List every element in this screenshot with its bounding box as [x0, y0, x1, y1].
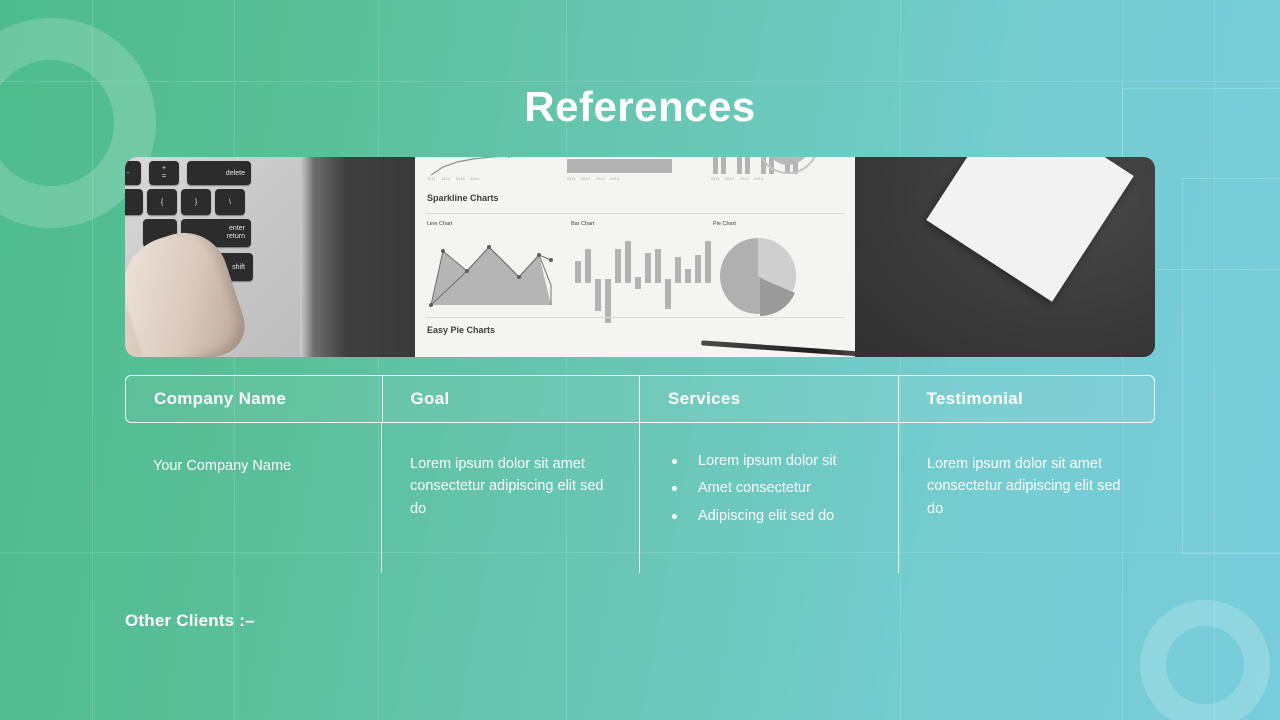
keyboard-region: - + = delete { } \ enter return shift ▶	[125, 157, 300, 357]
table-header-row: Company Name Goal Services Testimonial	[125, 375, 1155, 423]
printed-report-page: 2011 2012 2013 2014 2011 2012 2013 2014 …	[415, 157, 1000, 357]
cell-company-name: Your Company Name	[153, 458, 292, 474]
list-item: Amet consectetur	[668, 480, 872, 497]
key-backslash: \	[215, 189, 245, 215]
key-plus-equals: + =	[149, 161, 179, 185]
report-line-chart	[427, 235, 553, 314]
desk-surface	[855, 157, 1155, 357]
key-return-label: return	[226, 233, 245, 240]
key-plus-label: +	[161, 165, 167, 173]
report-heading-easy-pie-charts: Easy Pie Charts	[427, 325, 496, 335]
key-brace-left: {	[147, 189, 177, 215]
mini-area-chart	[567, 159, 672, 173]
key-delete: delete	[187, 161, 251, 185]
key-brace-right: }	[181, 189, 211, 215]
mini-chart-axis-years-2: 2011 2012 2013 2014	[567, 177, 620, 181]
slide-references: References - + = delete { } \ enter retu…	[0, 0, 1280, 720]
report-label-bar-chart: Bar Chart	[571, 221, 595, 227]
key-equals-label: =	[161, 173, 167, 180]
report-pie-chart-cropped-svg	[760, 157, 816, 174]
report-pie-chart-svg	[720, 237, 797, 317]
key-bracket-left-extra	[125, 189, 143, 215]
report-divider	[425, 213, 845, 214]
table-header-goal: Goal	[381, 376, 640, 422]
cell-testimonial: Lorem ipsum dolor sit amet consectetur a…	[898, 423, 1155, 573]
decorative-ring-bottom-right	[1140, 600, 1270, 720]
table-header-services: Services	[639, 376, 898, 422]
grid-line-horizontal	[0, 81, 1280, 82]
page-title: References	[524, 83, 756, 130]
report-divider	[425, 317, 845, 318]
table-header-testimonial: Testimonial	[897, 376, 1155, 422]
decorative-rectangle	[1182, 178, 1280, 554]
services-list: Lorem ipsum dolor sit Amet consectetur A…	[668, 453, 872, 525]
cell-services: Lorem ipsum dolor sit Amet consectetur A…	[639, 423, 898, 573]
other-clients-label: Other Clients :–	[125, 611, 255, 630]
report-heading-sparkline-charts: Sparkline Charts	[427, 193, 499, 203]
report-pie-chart-cropped	[753, 157, 823, 186]
references-table: Company Name Goal Services Testimonial Y…	[125, 375, 1155, 573]
mini-chart-axis-years-1: 2011 2012 2013 2014	[427, 177, 480, 181]
key-minus: -	[125, 161, 141, 185]
table-row: Your Company Name Lorem ipsum dolor sit …	[125, 423, 1155, 573]
table-header-company-name: Company Name	[154, 389, 287, 408]
report-pie-chart	[715, 233, 801, 324]
report-line-chart-svg	[429, 245, 553, 307]
mini-line-chart-svg	[430, 157, 511, 176]
report-label-pie-chart: Pie Chart	[713, 221, 736, 227]
hero-image-content: - + = delete { } \ enter return shift ▶	[125, 157, 1155, 357]
key-enter-label: enter	[229, 225, 245, 233]
hero-image: - + = delete { } \ enter return shift ▶	[125, 157, 1155, 357]
desk-edge-band	[300, 157, 415, 357]
report-label-line-chart: Line Chart	[427, 221, 453, 227]
mini-line-chart	[425, 157, 515, 177]
cell-goal: Lorem ipsum dolor sit amet consectetur a…	[381, 423, 639, 573]
list-item: Adipiscing elit sed do	[668, 508, 872, 525]
paper-sheet	[926, 157, 1134, 302]
list-item: Lorem ipsum dolor sit	[668, 453, 872, 470]
